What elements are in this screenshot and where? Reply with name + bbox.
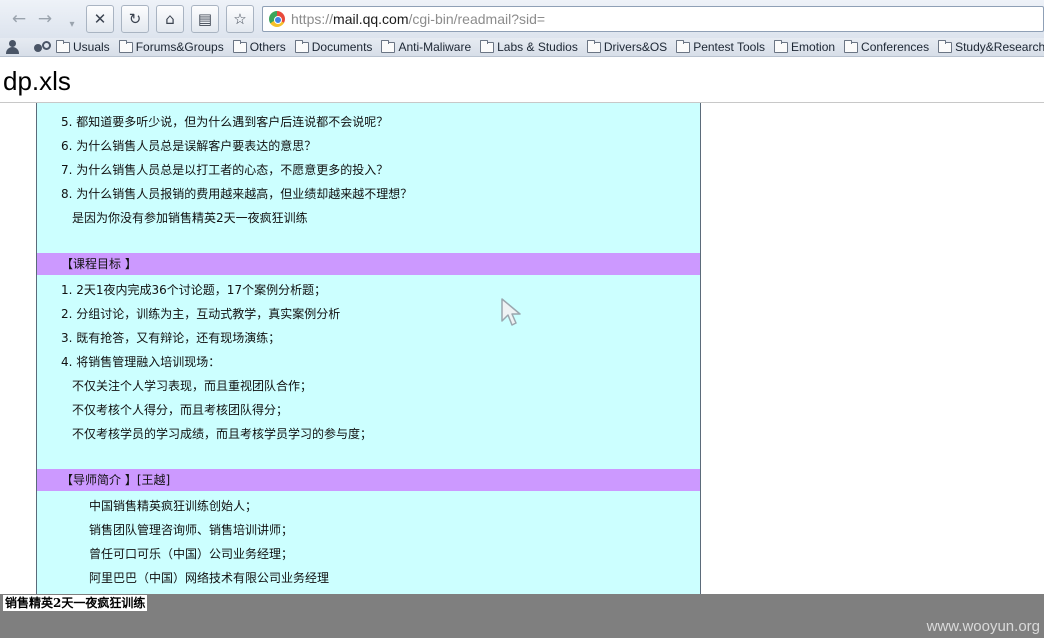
doc-line: 是因为你没有参加销售精英2天一夜疯狂训练 <box>72 211 308 225</box>
url-host: mail.qq.com <box>333 11 409 27</box>
section-heading: 【课程目标 】 <box>61 257 137 271</box>
folder-icon <box>381 39 396 53</box>
stop-icon[interactable]: ✕ <box>86 5 114 33</box>
bookmark-star-icon[interactable]: ☆ <box>226 5 254 33</box>
bookmark-folder-usuals[interactable]: Usuals <box>56 39 110 54</box>
address-bar[interactable]: https://mail.qq.com/cgi-bin/readmail?sid… <box>262 6 1044 32</box>
bookmark-label: Documents <box>311 40 373 54</box>
doc-line: 7. 为什么销售人员总是以打工者的心态，不愿意更多的投入？ <box>61 163 389 177</box>
forward-arrow-icon[interactable]: → <box>34 7 56 31</box>
spreadsheet-preview: 5. 都知道要多听少说，但为什么遇到客户后连说都不会说呢？ 6. 为什么销售人员… <box>36 103 701 594</box>
doc-line: 5. 都知道要多听少说，但为什么遇到客户后连说都不会说呢？ <box>61 115 389 129</box>
bookmark-folder-documents[interactable]: Documents <box>294 39 373 54</box>
bookmark-label: Labs & Studios <box>497 40 578 54</box>
folder-icon <box>774 39 789 53</box>
url-path: /cgi-bin/readmail?sid= <box>408 11 546 27</box>
bookmark-label: Anti-Maliware <box>398 40 472 54</box>
doc-line: 8. 为什么销售人员报销的费用越来越高，但业绩却越来越不理想？ <box>61 187 413 201</box>
url-scheme: https:// <box>291 11 334 27</box>
folder-icon <box>938 39 953 53</box>
doc-line: 2. 分组讨论，训练为主，互动式教学，真实案例分析 <box>61 307 341 321</box>
bookmark-folder-drivers-os[interactable]: Drivers&OS <box>586 39 668 54</box>
bookmark-label: Conferences <box>861 40 930 54</box>
page-title: dp.xls <box>3 66 71 96</box>
back-arrow-icon[interactable]: ← <box>8 7 30 31</box>
bookmark-folder-study-research[interactable]: Study&Research <box>938 39 1044 54</box>
bookmark-folder-pentest-tools[interactable]: Pentest Tools <box>676 39 766 54</box>
mouse-cursor-icon <box>501 298 521 326</box>
bookmark-label: Usuals <box>73 40 110 54</box>
person-icon[interactable] <box>5 40 21 54</box>
doc-line: 销售团队管理咨询师、销售培训讲师； <box>89 523 294 537</box>
bookmark-folder-anti-maliware[interactable]: Anti-Maliware <box>381 39 472 54</box>
bookmark-label: Drivers&OS <box>603 40 668 54</box>
account-settings-icon[interactable] <box>33 40 51 54</box>
bookmark-folder-forums-groups[interactable]: Forums&Groups <box>118 39 224 54</box>
doc-line: 不仅考核个人得分，而且考核团队得分； <box>72 403 289 417</box>
url-redaction <box>573 11 1043 20</box>
bookmark-label: Forums&Groups <box>135 40 224 54</box>
bookmark-folder-labs-studios[interactable]: Labs & Studios <box>480 39 578 54</box>
doc-line: 不仅考核学员的学习成绩，而且考核学员学习的参与度； <box>72 427 373 441</box>
reload-icon[interactable]: ↻ <box>121 5 149 33</box>
folder-icon <box>480 39 495 53</box>
bookmark-label: Pentest Tools <box>693 40 766 54</box>
sheet-tab-bar: 销售精英2天一夜疯狂训练 www.wooyun.org <box>0 594 1044 638</box>
doc-line: 1. 2天1夜内完成36个讨论题，17个案例分析题； <box>61 283 327 297</box>
bookmark-folder-others[interactable]: Others <box>232 39 286 54</box>
reader-icon[interactable]: ▤ <box>191 5 219 33</box>
section-band-mentor: 【导师简介 】[王越] <box>37 469 700 491</box>
section-band-goals: 【课程目标 】 <box>37 253 700 275</box>
bookmark-label: Study&Research <box>955 40 1044 54</box>
browser-toolbar: ← → ▾ ✕ ↻ ⌂ ▤ ☆ https://mail.qq.com/cgi-… <box>0 0 1044 38</box>
folder-icon <box>844 39 859 53</box>
home-icon[interactable]: ⌂ <box>156 5 184 33</box>
folder-icon <box>232 39 247 53</box>
bookmark-folder-emotion[interactable]: Emotion <box>774 39 836 54</box>
doc-line: 4. 将销售管理融入培训现场： <box>61 355 221 369</box>
folder-icon <box>56 39 70 53</box>
bookmark-label: Emotion <box>791 40 836 54</box>
folder-icon <box>118 39 133 53</box>
history-dropdown-icon[interactable]: ▾ <box>64 12 80 36</box>
bookmarks-bar: Usuals Forums&Groups Others Documents An… <box>0 38 1044 57</box>
site-favicon-icon <box>269 11 285 27</box>
section-heading: 【导师简介 】[王越] <box>61 473 171 487</box>
watermark: www.wooyun.org <box>926 618 1040 635</box>
doc-line: 6. 为什么销售人员总是误解客户要表达的意思？ <box>61 139 317 153</box>
folder-icon <box>294 39 309 53</box>
sheet-tab[interactable]: 销售精英2天一夜疯狂训练 <box>3 595 148 611</box>
bookmark-label: Others <box>249 40 286 54</box>
doc-line: 中国销售精英疯狂训练创始人； <box>89 499 258 513</box>
folder-icon <box>676 39 691 53</box>
doc-line: 不仅关注个人学习表现，而且重视团队合作； <box>72 379 313 393</box>
bookmark-folder-conferences[interactable]: Conferences <box>844 39 930 54</box>
url-text[interactable]: https://mail.qq.com/cgi-bin/readmail?sid… <box>291 11 545 27</box>
doc-line: 阿里巴巴（中国）网络技术有限公司业务经理 <box>89 571 330 585</box>
doc-line: 曾任可口可乐（中国）公司业务经理； <box>89 547 294 561</box>
doc-line: 3. 既有抢答，又有辩论，还有现场演练； <box>61 331 281 345</box>
folder-icon <box>586 39 601 53</box>
